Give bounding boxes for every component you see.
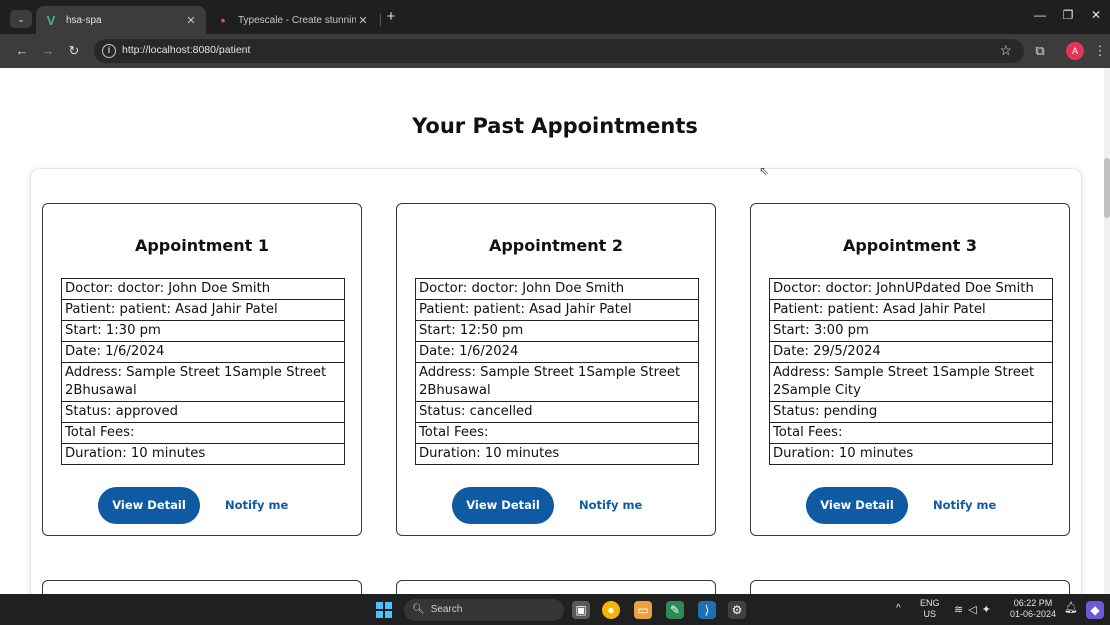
tab-title: Typescale - Create stunning typ	[238, 14, 356, 26]
bookmark-star-icon[interactable]: ☆	[999, 42, 1012, 59]
appointment-card: Appointment 1 Doctor: doctor: John Doe S…	[42, 203, 362, 536]
clock-date: 01-06-2024	[1009, 609, 1057, 619]
taskbar-search[interactable]: 🔍︎ Search	[404, 599, 564, 621]
page-scrollbar[interactable]	[1104, 68, 1110, 594]
new-tab-icon[interactable]: +	[384, 8, 398, 25]
view-detail-button[interactable]: View Detail	[452, 487, 554, 524]
page-viewport: Your Past Appointments Appointment 1 Doc…	[0, 68, 1104, 594]
address-cell: Address: Sample Street 1Sample Street 2B…	[61, 362, 345, 402]
appointment-card-partial	[42, 580, 362, 594]
close-tab-icon[interactable]: ✕	[356, 14, 370, 27]
minimize-icon[interactable]: —	[1030, 8, 1050, 22]
appointment-title: Appointment 2	[488, 236, 624, 255]
status-cell: Status: approved	[61, 401, 345, 423]
close-tab-icon[interactable]: ✕	[184, 14, 198, 27]
profile-avatar[interactable]: A	[1066, 42, 1084, 60]
address-bar[interactable]: i http://localhost:8080/patient ☆	[94, 39, 1024, 63]
duration-cell: Duration: 10 minutes	[61, 443, 345, 465]
windows-taskbar: 🔍︎ Search ▣ ● ▭ ✎ ⟩ ⚙ ^ ENG US ≋◁✦ 06:22 …	[0, 594, 1110, 625]
vscode-icon[interactable]: ⟩	[698, 601, 716, 619]
scrollbar-thumb[interactable]	[1104, 158, 1110, 218]
back-icon[interactable]: ←	[12, 42, 32, 60]
date-cell: Date: 29/5/2024	[769, 341, 1053, 363]
forward-icon[interactable]: →	[38, 42, 58, 60]
network-volume-battery-icons[interactable]: ≋◁✦	[954, 603, 996, 616]
appointment-title: Appointment 1	[134, 236, 270, 255]
total-fees-cell: Total Fees:	[61, 422, 345, 444]
file-explorer-icon[interactable]: ▭	[634, 601, 652, 619]
duration-cell: Duration: 10 minutes	[769, 443, 1053, 465]
extensions-icon[interactable]: ⧉	[1030, 42, 1050, 60]
language-indicator[interactable]: ENG US	[920, 598, 940, 620]
notify-me-link[interactable]: Notify me	[579, 498, 642, 512]
clock-time: 06:22 PM	[1013, 598, 1053, 608]
vue-favicon-icon: V	[46, 12, 56, 28]
tab-search-menu-button[interactable]: ⌄	[10, 10, 32, 28]
duration-cell: Duration: 10 minutes	[415, 443, 699, 465]
tab-hsa-spa[interactable]: V hsa-spa ✕	[36, 6, 206, 34]
notification-bell-icon[interactable]: 🔔︎	[1064, 603, 1078, 614]
appointment-card: Appointment 3 Doctor: doctor: JohnUPdate…	[750, 203, 1070, 536]
language-code: ENG	[920, 598, 940, 608]
notepad-icon[interactable]: ✎	[666, 601, 684, 619]
patient-cell: Patient: patient: Asad Jahir Patel	[415, 299, 699, 321]
browser-tab-bar: ⌄ V hsa-spa ✕ • Typescale - Create stunn…	[0, 0, 1110, 34]
doctor-cell: Doctor: doctor: JohnUPdated Doe Smith	[769, 278, 1053, 300]
page-title: Your Past Appointments	[412, 114, 698, 138]
appointment-title: Appointment 3	[842, 236, 978, 255]
search-icon: 🔍︎	[412, 604, 425, 615]
total-fees-cell: Total Fees:	[415, 422, 699, 444]
tab-typescale[interactable]: • Typescale - Create stunning typ ✕	[208, 6, 378, 34]
tab-separator	[380, 14, 381, 26]
start-cell: Start: 1:30 pm	[61, 320, 345, 342]
windows-start-icon[interactable]	[376, 602, 392, 618]
start-cell: Start: 3:00 pm	[769, 320, 1053, 342]
restore-icon[interactable]: ❐	[1058, 8, 1078, 22]
url-text[interactable]: http://localhost:8080/patient	[122, 44, 250, 56]
status-cell: Status: cancelled	[415, 401, 699, 423]
total-fees-cell: Total Fees:	[769, 422, 1053, 444]
region-code: US	[923, 609, 937, 619]
typescale-favicon-icon: •	[220, 12, 226, 28]
start-cell: Start: 12:50 pm	[415, 320, 699, 342]
patient-cell: Patient: patient: Asad Jahir Patel	[769, 299, 1053, 321]
browser-toolbar: ← → ↻ i http://localhost:8080/patient ☆ …	[0, 34, 1110, 68]
appointment-details-table: Doctor: doctor: John Doe Smith Patient: …	[415, 278, 699, 465]
reload-icon[interactable]: ↻	[64, 42, 84, 60]
appointment-card: Appointment 2 Doctor: doctor: John Doe S…	[396, 203, 716, 536]
view-detail-button[interactable]: View Detail	[806, 487, 908, 524]
appointment-card-partial	[396, 580, 716, 594]
notify-me-link[interactable]: Notify me	[225, 498, 288, 512]
appointment-details-table: Doctor: doctor: John Doe Smith Patient: …	[61, 278, 345, 465]
status-cell: Status: pending	[769, 401, 1053, 423]
tray-overflow-icon[interactable]: ^	[896, 603, 901, 614]
task-view-icon[interactable]: ▣	[572, 601, 590, 619]
address-cell: Address: Sample Street 1Sample Street 2S…	[769, 362, 1053, 402]
address-cell: Address: Sample Street 1Sample Street 2B…	[415, 362, 699, 402]
browser-menu-icon[interactable]: ⋮	[1090, 42, 1110, 60]
appointment-details-table: Doctor: doctor: JohnUPdated Doe Smith Pa…	[769, 278, 1053, 465]
view-detail-button[interactable]: View Detail	[98, 487, 200, 524]
close-window-icon[interactable]: ✕	[1086, 8, 1106, 22]
appointment-card-partial	[750, 580, 1070, 594]
chrome-icon[interactable]: ●	[602, 601, 620, 619]
date-cell: Date: 1/6/2024	[61, 341, 345, 363]
doctor-cell: Doctor: doctor: John Doe Smith	[415, 278, 699, 300]
copilot-icon[interactable]: ◆	[1086, 601, 1104, 619]
mouse-cursor-icon: ⇖	[759, 164, 770, 178]
tab-title: hsa-spa	[66, 14, 102, 26]
patient-cell: Patient: patient: Asad Jahir Patel	[61, 299, 345, 321]
clock[interactable]: 06:22 PM 01-06-2024	[1008, 598, 1058, 620]
site-info-icon[interactable]: i	[102, 44, 116, 58]
settings-gear-icon[interactable]: ⚙	[728, 601, 746, 619]
date-cell: Date: 1/6/2024	[415, 341, 699, 363]
notify-me-link[interactable]: Notify me	[933, 498, 996, 512]
search-placeholder: Search	[430, 604, 463, 615]
doctor-cell: Doctor: doctor: John Doe Smith	[61, 278, 345, 300]
